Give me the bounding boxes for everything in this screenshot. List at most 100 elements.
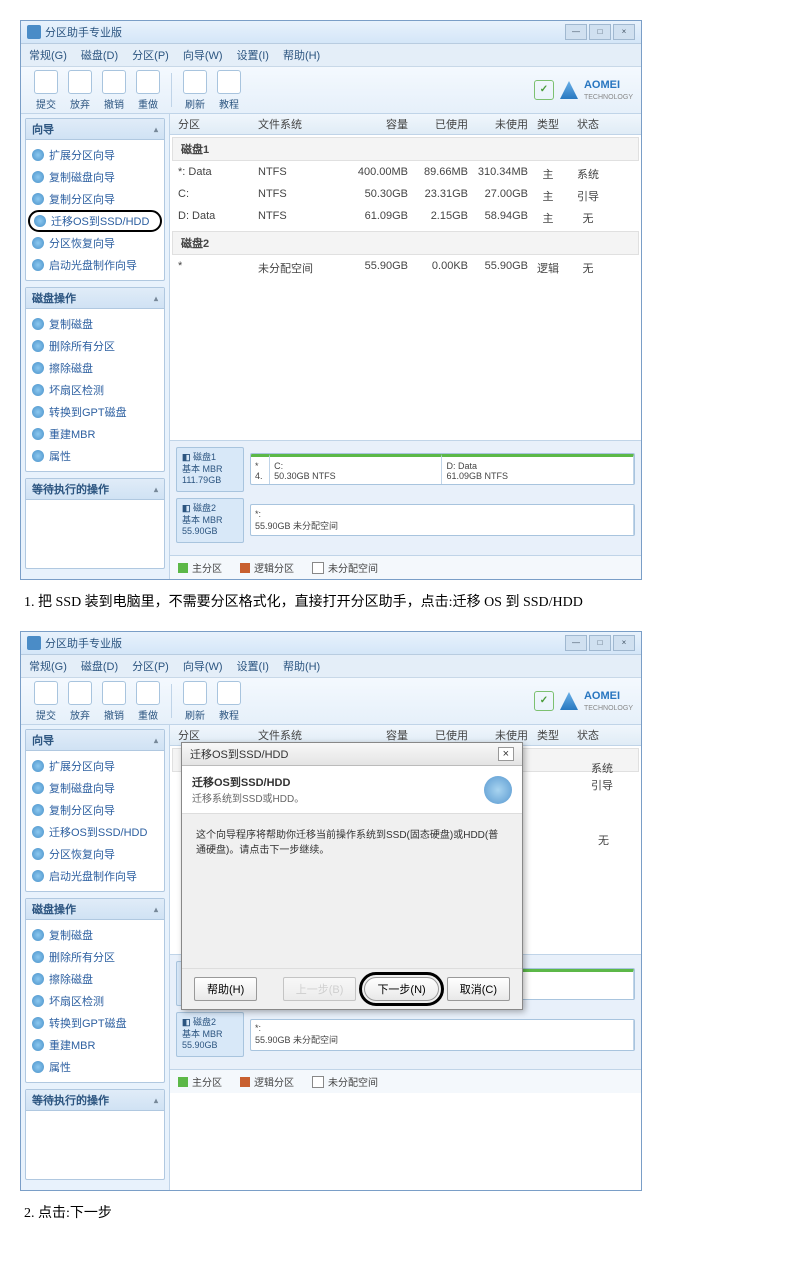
minimize-button[interactable]: — (565, 24, 587, 40)
titlebar: 分区助手专业版 —□× (21, 632, 641, 655)
dialog-close-button[interactable]: × (498, 747, 514, 761)
table-row[interactable]: D: DataNTFS61.09GB2.15GB58.94GB主无 (170, 207, 641, 229)
app-title: 分区助手专业版 (45, 24, 122, 40)
disk2-bar[interactable]: *:55.90GB 未分配空间 (250, 504, 635, 536)
seg-c[interactable]: C:50.30GB NTFS (270, 454, 442, 484)
main-area: 分区 文件系统 容量 已使用 未使用 类型 状态 磁盘1 *: DataNTFS… (170, 114, 641, 579)
op-delete-all[interactable]: 删除所有分区 (28, 335, 162, 357)
tb-redo[interactable]: 重做 (131, 70, 165, 111)
dialog-titlebar: 迁移OS到SSD/HDD × (182, 743, 522, 766)
window-buttons: — □ × (565, 24, 635, 40)
legend-primary-icon (178, 563, 188, 573)
dialog-subtitle: 迁移系统到SSD或HDD。 (192, 790, 304, 805)
bullet-icon (32, 259, 44, 271)
menu-partition[interactable]: 分区(P) (132, 47, 169, 63)
collapse-icon[interactable]: ▴ (154, 485, 158, 494)
dialog-buttons: 帮助(H) 上一步(B) 下一步(N) 取消(C) (182, 968, 522, 1009)
bullet-icon (32, 237, 44, 249)
tb-discard[interactable]: 放弃 (63, 70, 97, 111)
tb-commit[interactable]: 提交 (29, 70, 63, 111)
next-button[interactable]: 下一步(N) (364, 977, 438, 1001)
table-header: 分区 文件系统 容量 已使用 未使用 类型 状态 (170, 114, 641, 135)
prev-button[interactable]: 上一步(B) (283, 977, 357, 1001)
op-wipe-disk[interactable]: 擦除磁盘 (28, 357, 162, 379)
instruction-1: 1. 把 SSD 装到电脑里，不需要分区格式化，直接打开分区助手，点击:迁移 O… (24, 592, 776, 613)
discard-icon (68, 70, 92, 94)
op-copy-disk[interactable]: 复制磁盘 (28, 313, 162, 335)
bullet-icon (32, 193, 44, 205)
toolbar: 提交 放弃 撤销 重做 刷新 教程 ✓AOMEITECHNOLOGY (21, 678, 641, 725)
wizard-migrate-os[interactable]: 迁移OS到SSD/HDD (28, 210, 162, 232)
app-title: 分区助手专业版 (45, 635, 122, 651)
disk1-bar[interactable]: *4. C:50.30GB NTFS D: Data61.09GB NTFS (250, 453, 635, 485)
table-row[interactable]: *: DataNTFS400.00MB89.66MB310.34MB主系统 (170, 163, 641, 185)
refresh-icon (183, 70, 207, 94)
bullet-icon (32, 428, 44, 440)
bullet-icon (32, 406, 44, 418)
pending-panel: 等待执行的操作▴ (25, 478, 165, 569)
redo-icon (136, 70, 160, 94)
op-bad-sector[interactable]: 坏扇区检测 (28, 379, 162, 401)
wizard-panel: 向导▴ 扩展分区向导 复制磁盘向导 复制分区向导 迁移OS到SSD/HDD 分区… (25, 118, 165, 281)
app-icon (27, 636, 41, 650)
sidebar: 向导▴ 扩展分区向导 复制磁盘向导 复制分区向导 迁移OS到SSD/HDD 分区… (21, 114, 170, 579)
separator (171, 73, 172, 107)
titlebar: 分区助手专业版 — □ × (21, 21, 641, 44)
app-window-1: 分区助手专业版 — □ × 常规(G) 磁盘(D) 分区(P) 向导(W) 设置… (20, 20, 642, 580)
tutorial-icon (217, 70, 241, 94)
wizard-extend[interactable]: 扩展分区向导 (28, 144, 162, 166)
cancel-button[interactable]: 取消(C) (447, 977, 510, 1001)
legend: 主分区 逻辑分区 未分配空间 (170, 555, 641, 579)
brand-logo-icon (560, 81, 578, 99)
bullet-icon (32, 171, 44, 183)
toolbar: 提交 放弃 撤销 重做 刷新 教程 ✓ AOMEITECHNOLOGY (21, 67, 641, 114)
help-button[interactable]: 帮助(H) (194, 977, 257, 1001)
seg-unalloc[interactable]: *:55.90GB 未分配空间 (251, 505, 634, 535)
bullet-icon (32, 384, 44, 396)
diskops-panel: 磁盘操作▴ 复制磁盘 删除所有分区 擦除磁盘 坏扇区检测 转换到GPT磁盘 重建… (25, 287, 165, 472)
legend-logical-icon (240, 563, 250, 573)
close-button[interactable]: × (613, 24, 635, 40)
tb-undo[interactable]: 撤销 (97, 70, 131, 111)
disk2-header: 磁盘2 (172, 231, 639, 255)
brand: ✓ AOMEITECHNOLOGY (534, 79, 633, 102)
table-row[interactable]: C:NTFS50.30GB23.31GB27.00GB主引导 (170, 185, 641, 207)
collapse-icon[interactable]: ▴ (154, 125, 158, 134)
instruction-2: 2. 点击:下一步 (24, 1203, 776, 1224)
menu-general[interactable]: 常规(G) (29, 47, 67, 63)
dialog-header-icon (484, 776, 512, 804)
op-rebuild-mbr[interactable]: 重建MBR (28, 423, 162, 445)
minimize-button[interactable]: — (565, 635, 587, 651)
maximize-button[interactable]: □ (589, 24, 611, 40)
legend-unalloc-icon (312, 562, 324, 574)
wizard-copy-disk[interactable]: 复制磁盘向导 (28, 166, 162, 188)
bullet-icon (32, 450, 44, 462)
app-window-2: 分区助手专业版 —□× 常规(G)磁盘(D)分区(P)向导(W)设置(I)帮助(… (20, 631, 642, 1191)
bullet-icon (34, 215, 46, 227)
close-button[interactable]: × (613, 635, 635, 651)
menu-wizard[interactable]: 向导(W) (183, 47, 223, 63)
table-row[interactable]: *未分配空间55.90GB0.00KB55.90GB逻辑无 (170, 257, 641, 279)
tb-tutorial[interactable]: 教程 (212, 70, 246, 111)
menubar: 常规(G)磁盘(D)分区(P)向导(W)设置(I)帮助(H) (21, 655, 641, 678)
tb-refresh[interactable]: 刷新 (178, 70, 212, 111)
commit-icon (34, 70, 58, 94)
menu-disk[interactable]: 磁盘(D) (81, 47, 118, 63)
bullet-icon (32, 149, 44, 161)
wizard-recover[interactable]: 分区恢复向导 (28, 232, 162, 254)
undo-icon (102, 70, 126, 94)
menu-settings[interactable]: 设置(I) (237, 47, 269, 63)
maximize-button[interactable]: □ (589, 635, 611, 651)
seg-d[interactable]: D: Data61.09GB NTFS (442, 454, 634, 484)
app-icon (27, 25, 41, 39)
wizard-bootdisk[interactable]: 启动光盘制作向导 (28, 254, 162, 276)
menubar: 常规(G) 磁盘(D) 分区(P) 向导(W) 设置(I) 帮助(H) (21, 44, 641, 67)
op-convert-gpt[interactable]: 转换到GPT磁盘 (28, 401, 162, 423)
wizard-copy-partition[interactable]: 复制分区向导 (28, 188, 162, 210)
menu-help[interactable]: 帮助(H) (283, 47, 320, 63)
disk-bars: ◧ 磁盘1 基本 MBR 111.79GB *4. C:50.30GB NTFS… (170, 440, 641, 555)
collapse-icon[interactable]: ▴ (154, 294, 158, 303)
seg-hidden[interactable]: *4. (251, 454, 270, 484)
op-properties[interactable]: 属性 (28, 445, 162, 467)
bullet-icon (32, 362, 44, 374)
